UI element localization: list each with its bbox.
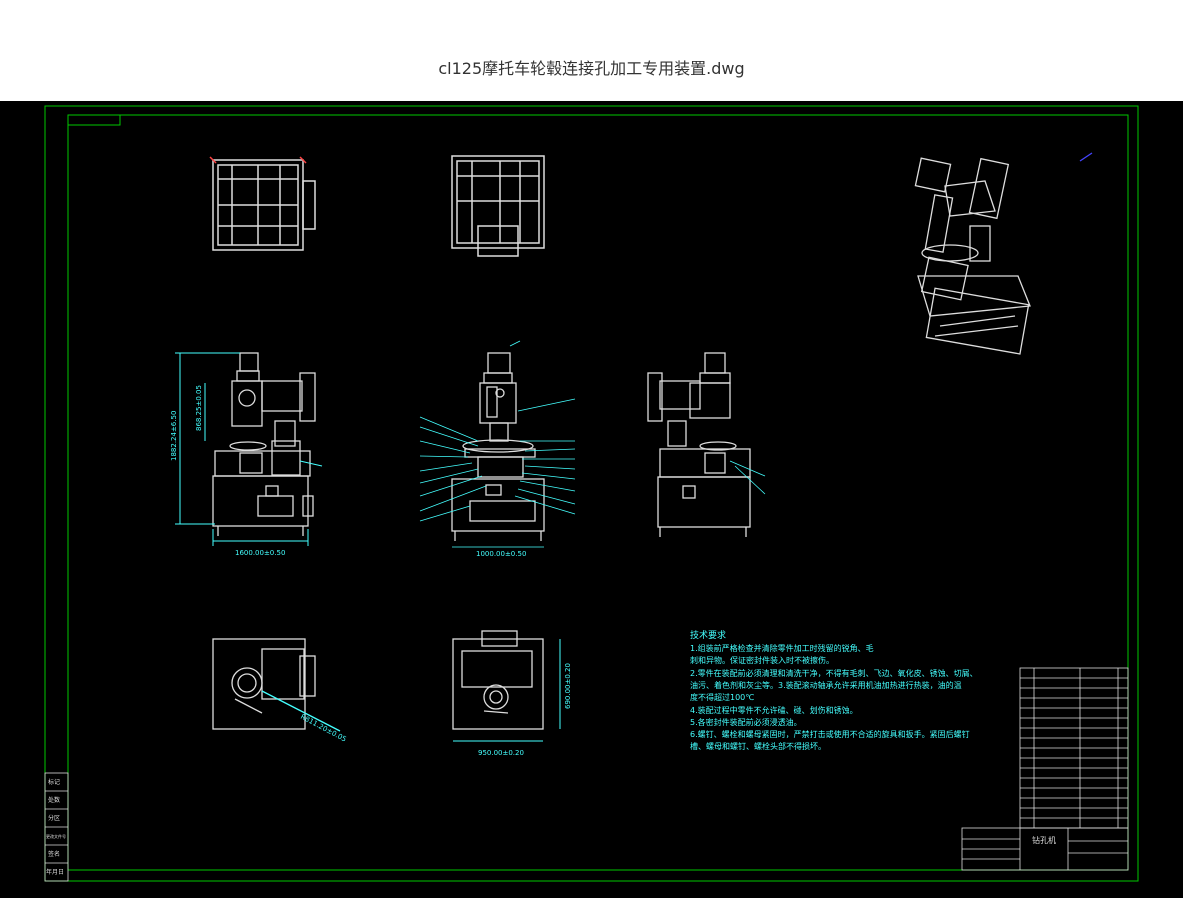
left-revision-block — [44, 772, 69, 882]
parts-list — [1019, 667, 1129, 829]
revision-label: 签名 — [48, 850, 60, 858]
tech-line: 6.螺钉、螺栓和螺母紧固时，严禁打击或使用不合适的旋具和扳手。紧固后螺钉 — [690, 729, 970, 739]
file-title: cl125摩托车轮毂连接孔加工专用装置.dwg — [438, 59, 745, 78]
top-view-middle — [451, 155, 545, 257]
isometric-view — [914, 152, 1093, 355]
dim-width-left: 1600.00±0.50 — [235, 549, 285, 557]
tech-line: 1.组装前严格检查并清除零件加工时残留的锐角、毛 — [690, 643, 874, 653]
tech-title: 技术要求 — [690, 629, 726, 641]
technical-requirements: 技术要求 1.组装前严格检查并清除零件加工时残留的锐角、毛 刺和异物。保证密封件… — [690, 629, 978, 751]
tech-line: 度不得超过100℃ — [690, 692, 754, 702]
dim-plan-width: 950.00±0.20 — [478, 749, 524, 757]
tech-line: 油污、着色剂和灰尘等。3.装配滚动轴承允许采用机油加热进行热装，油的温 — [690, 680, 962, 690]
dim-height-left2: 868.25±0.05 — [195, 385, 203, 431]
dim-plan-height: 690.00±0.20 — [564, 663, 572, 709]
dim-height-left: 1882.24±6.50 — [170, 411, 178, 461]
drawing-canvas[interactable]: 1882.24±6.50 868.25±0.05 1600.00±0.50 10… — [0, 101, 1183, 898]
outer-border — [44, 105, 1139, 882]
revision-label: 更改文件号 — [46, 833, 66, 839]
front-view-middle — [451, 352, 545, 541]
leaders-middle — [419, 340, 576, 548]
tech-line: 槽、螺母和螺钉、螺栓头部不得损坏。 — [690, 741, 826, 751]
cad-viewport[interactable]: 1882.24±6.50 868.25±0.05 1600.00±0.50 10… — [0, 101, 1183, 898]
title-block-name: 钻孔机 — [1032, 835, 1056, 845]
tech-line: 4.装配过程中零件不允许磕、碰、划伤和锈蚀。 — [690, 705, 858, 715]
inner-border — [67, 114, 1129, 871]
tech-line: 2.零件在装配前必须清理和清洗干净，不得有毛刺、飞边、氧化皮、锈蚀、切屑、 — [690, 668, 978, 678]
plan-view-middle — [452, 630, 544, 730]
plan-view-left — [212, 638, 341, 732]
tech-line: 刺和异物。保证密封件装入时不被擦伤。 — [690, 655, 834, 665]
dim-plan-diag: R811.20±0.05 — [299, 713, 348, 744]
side-view-right — [647, 352, 751, 537]
top-view-left — [209, 156, 316, 251]
revision-label: 标记 — [48, 778, 60, 786]
window-titlebar: cl125摩托车轮毂连接孔加工专用装置.dwg — [0, 0, 1183, 101]
revision-label: 分区 — [48, 814, 60, 822]
code-box — [67, 114, 121, 126]
front-view-left — [212, 352, 316, 536]
tech-line: 5.各密封件装配前必须浸透油。 — [690, 717, 802, 727]
revision-label: 处数 — [48, 796, 60, 804]
title-block — [961, 827, 1129, 871]
revision-label: 年月日 — [46, 868, 64, 876]
dim-width-mid: 1000.00±0.50 — [476, 550, 526, 558]
